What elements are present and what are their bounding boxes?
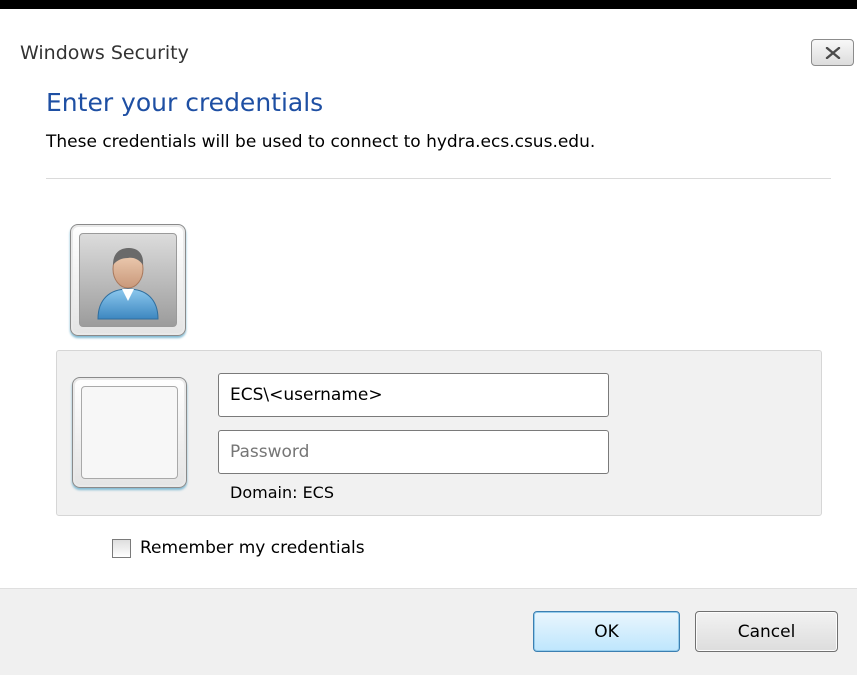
credential-tile-frame (81, 386, 178, 479)
dialog-description: These credentials will be used to connec… (46, 132, 596, 152)
ok-button[interactable]: OK (533, 611, 680, 652)
dialog-heading: Enter your credentials (46, 88, 324, 117)
username-input[interactable] (218, 373, 609, 417)
credential-tile (72, 377, 187, 488)
saved-user-tile[interactable] (70, 224, 186, 336)
remember-credentials-checkbox[interactable] (112, 539, 131, 558)
window-title: Windows Security (20, 42, 189, 64)
password-input[interactable] (218, 430, 609, 474)
user-avatar-icon (97, 248, 159, 320)
close-button[interactable] (811, 39, 854, 66)
remember-credentials-label[interactable]: Remember my credentials (140, 537, 365, 559)
credential-dialog: Windows Security Enter your credentials … (0, 0, 857, 675)
cancel-button[interactable]: Cancel (695, 611, 838, 652)
user-tile-frame (79, 233, 177, 327)
header-divider (46, 178, 831, 179)
title-bar[interactable]: Windows Security (0, 9, 857, 71)
window-top-edge (0, 0, 857, 9)
domain-label: Domain: ECS (230, 483, 334, 502)
close-x-icon (825, 46, 840, 59)
